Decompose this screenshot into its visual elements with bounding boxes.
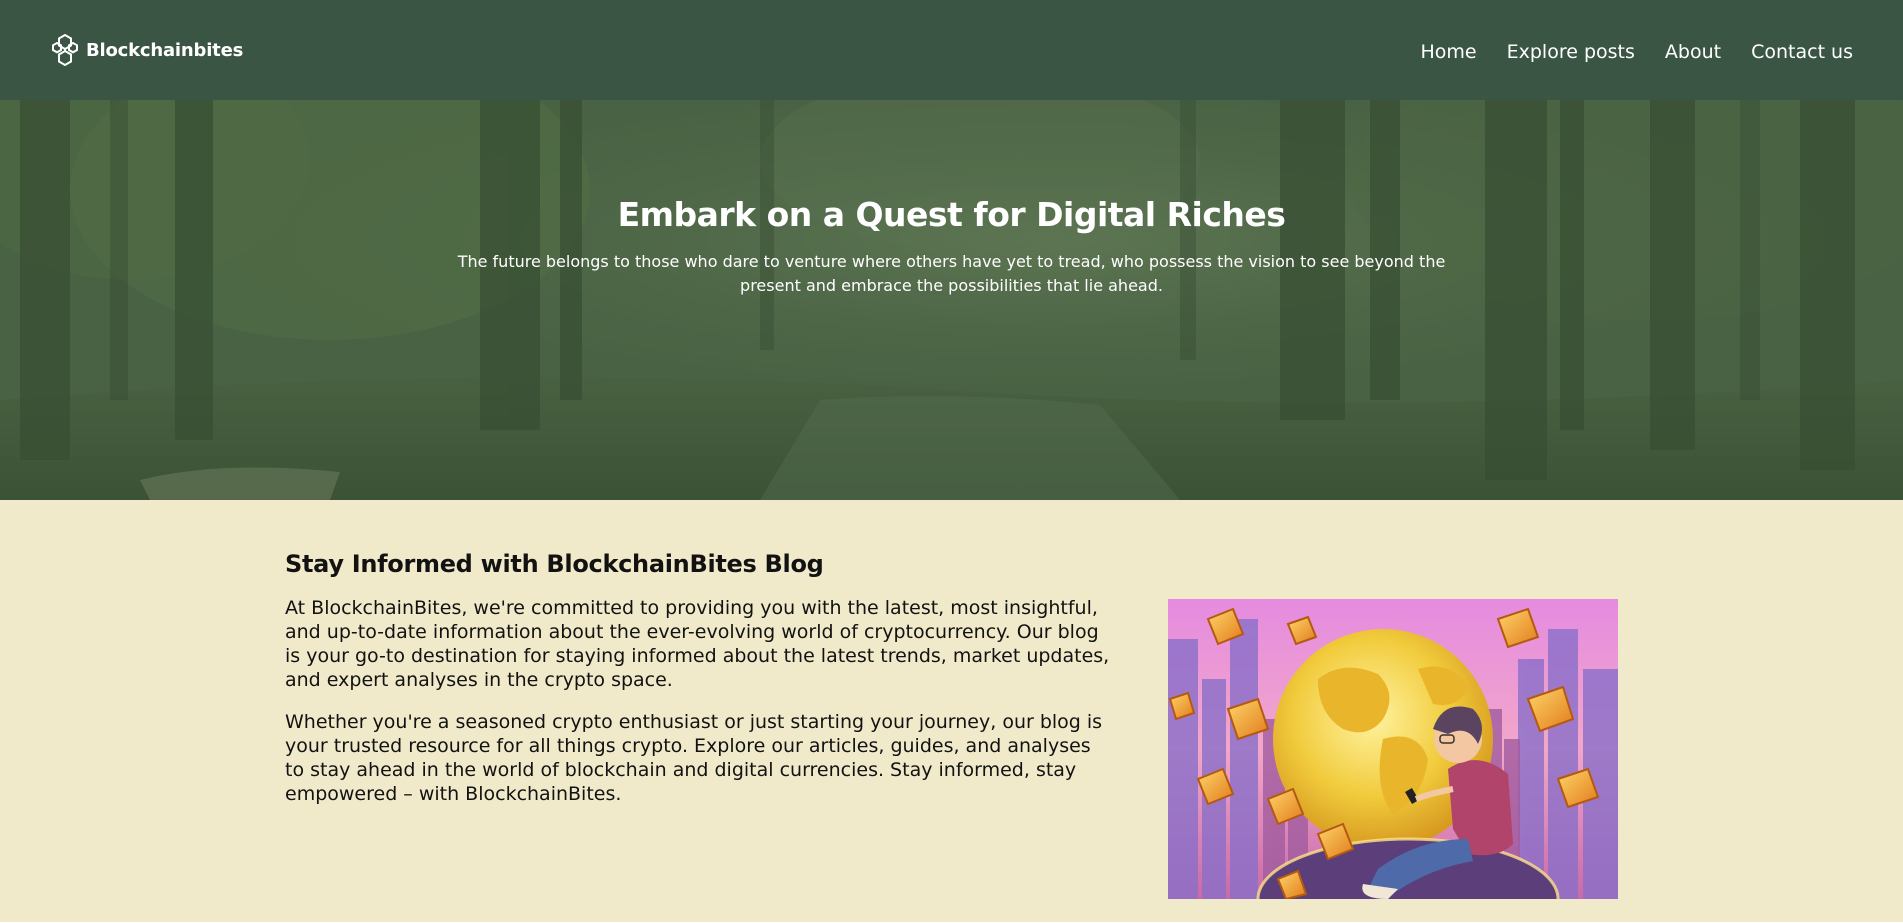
brand-name: Blockchainbites: [86, 39, 244, 61]
main-nav: Home Explore posts About Contact us: [1421, 37, 1853, 63]
hero-title: Embark on a Quest for Digital Riches: [617, 195, 1286, 234]
brand-link[interactable]: Blockchainbites: [50, 33, 243, 67]
hero-section: Embark on a Quest for Digital Riches The…: [0, 100, 1903, 500]
nav-link-contact-us[interactable]: Contact us: [1751, 41, 1853, 63]
hero-subtitle: The future belongs to those who dare to …: [457, 252, 1446, 295]
nav-link-about[interactable]: About: [1665, 41, 1721, 63]
blog-intro-title: Stay Informed with BlockchainBites Blog: [285, 550, 824, 578]
blog-intro-section: Stay Informed with BlockchainBites Blog …: [0, 500, 1903, 923]
hero-overlay: [0, 100, 1903, 500]
nav-link-explore-posts[interactable]: Explore posts: [1507, 41, 1635, 63]
hexagon-network-logo-icon: [52, 33, 78, 67]
nav-link-home[interactable]: Home: [1421, 41, 1477, 63]
top-navbar: Blockchainbites Home Explore posts About…: [0, 0, 1903, 100]
blog-intro-text: Stay Informed with BlockchainBites Blog …: [285, 550, 1110, 824]
blog-intro-paragraph: Whether you're a seasoned crypto enthusi…: [285, 711, 1103, 805]
hero-content: Embark on a Quest for Digital Riches The…: [0, 195, 1903, 298]
crypto-illustration-image: [1168, 599, 1618, 899]
blog-intro-paragraph: At BlockchainBites, we're committed to p…: [285, 597, 1110, 691]
